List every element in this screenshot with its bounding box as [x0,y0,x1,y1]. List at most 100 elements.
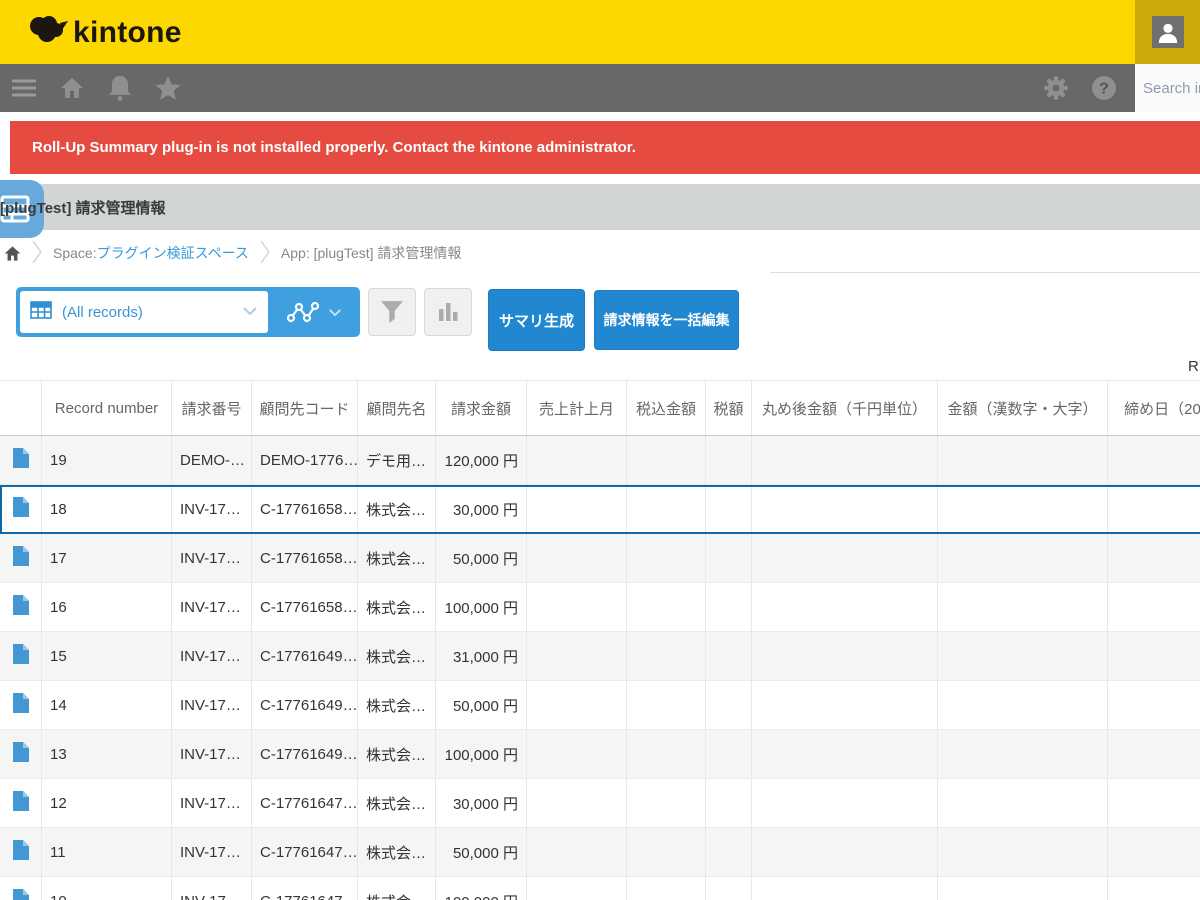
help-icon[interactable]: ? [1080,64,1128,112]
cell-client-code: DEMO-1776… [252,436,358,484]
header-client-code[interactable]: 顧問先コード [252,381,358,435]
header-sales-month[interactable]: 売上計上月 [527,381,627,435]
filter-button[interactable] [368,288,416,336]
breadcrumb: Space: プラグイン検証スペース App: [plugTest] 請求管理情… [0,232,1200,274]
cell-client-name: 株式会… [358,485,436,533]
document-icon[interactable] [13,693,29,717]
bulk-edit-button[interactable]: 請求情報を一括編集 [594,290,739,350]
cell-tax-included [627,681,706,729]
table-row[interactable]: 10 INV-17… C-17761647… 株式会… 100,000 円 [0,877,1200,900]
document-icon[interactable] [13,595,29,619]
cell-rounded-amount [752,583,938,631]
summary-generate-button[interactable]: サマリ生成 [488,289,585,351]
cell-tax [706,632,752,680]
cell-sales-month [527,877,627,900]
graph-menu-button[interactable] [268,287,360,337]
view-select-dropdown[interactable]: (All records) [20,291,268,333]
record-icon-cell [0,485,42,533]
table-view-icon [30,301,52,324]
kintone-logo[interactable]: kintone [27,13,182,52]
cell-rounded-amount [752,534,938,582]
header-client-name[interactable]: 顧問先名 [358,381,436,435]
cell-kanji-amount [938,681,1108,729]
cell-kanji-amount [938,632,1108,680]
cell-rounded-amount [752,485,938,533]
cell-record-number: 19 [42,436,172,484]
header-rounded-amount[interactable]: 丸め後金額（千円単位） [752,381,938,435]
settings-gear-icon[interactable] [1032,64,1080,112]
table-row[interactable]: 11 INV-17… C-17761647… 株式会… 50,000 円 [0,828,1200,877]
user-menu[interactable] [1135,0,1200,64]
record-icon-cell [0,583,42,631]
cell-tax-included [627,485,706,533]
cell-closing-day [1108,583,1200,631]
table-row[interactable]: 16 INV-17… C-17761658… 株式会… 100,000 円 [0,583,1200,632]
document-icon[interactable] [13,497,29,521]
record-icon-cell [0,632,42,680]
table-row[interactable]: 18 INV-17… C-17761658… 株式会… 30,000 円 [0,485,1200,534]
table-row[interactable]: 19 DEMO-… DEMO-1776… デモ用… 120,000 円 [0,436,1200,485]
header-tax-included[interactable]: 税込金額 [627,381,706,435]
notifications-bell-icon[interactable] [96,64,144,112]
cell-client-name: デモ用… [358,436,436,484]
line-graph-icon [286,299,320,325]
svg-text:?: ? [1099,81,1109,98]
cell-tax [706,779,752,827]
cell-tax-included [627,436,706,484]
cell-closing-day [1108,681,1200,729]
document-icon[interactable] [13,889,29,900]
view-selector: (All records) [16,287,360,337]
cell-kanji-amount [938,436,1108,484]
cell-client-code: C-17761658… [252,534,358,582]
breadcrumb-space-link[interactable]: プラグイン検証スペース [97,243,249,263]
table-row[interactable]: 13 INV-17… C-17761649… 株式会… 100,000 円 [0,730,1200,779]
header-kanji-amount[interactable]: 金額（漢数字・大字） [938,381,1108,435]
document-icon[interactable] [13,546,29,570]
cell-client-code: C-17761649… [252,681,358,729]
favorites-star-icon[interactable] [144,64,192,112]
document-icon[interactable] [13,791,29,815]
header-record-number[interactable]: Record number [42,381,172,435]
cell-record-number: 13 [42,730,172,778]
breadcrumb-home-icon[interactable] [4,245,21,262]
cell-tax-included [627,828,706,876]
header-amount[interactable]: 請求金額 [436,381,527,435]
cell-tax-included [627,730,706,778]
cell-record-number: 15 [42,632,172,680]
record-icon-cell [0,779,42,827]
cell-closing-day [1108,877,1200,900]
table-row[interactable]: 17 INV-17… C-17761658… 株式会… 50,000 円 [0,534,1200,583]
cell-client-name: 株式会… [358,828,436,876]
table-row[interactable]: 14 INV-17… C-17761649… 株式会… 50,000 円 [0,681,1200,730]
record-icon-cell [0,436,42,484]
document-icon[interactable] [13,742,29,766]
cell-record-number: 17 [42,534,172,582]
record-icon-cell [0,828,42,876]
cell-record-number: 11 [42,828,172,876]
document-icon[interactable] [13,644,29,668]
cell-record-number: 10 [42,877,172,900]
cell-rounded-amount [752,632,938,680]
document-icon[interactable] [13,840,29,864]
document-icon[interactable] [13,448,29,472]
home-icon[interactable] [48,64,96,112]
cell-invoice-no: INV-17… [172,779,252,827]
chart-button[interactable] [424,288,472,336]
header-closing-day[interactable]: 締め日（20日） [1108,381,1200,435]
hamburger-menu-icon[interactable] [0,64,48,112]
cell-invoice-no: INV-17… [172,534,252,582]
table-row[interactable]: 12 INV-17… C-17761647… 株式会… 30,000 円 [0,779,1200,828]
cell-invoice-no: DEMO-… [172,436,252,484]
header-invoice-no[interactable]: 請求番号 [172,381,252,435]
record-icon-cell [0,730,42,778]
cell-client-code: C-17761647… [252,828,358,876]
app-title: [plugTest] 請求管理情報 [0,184,166,230]
cell-tax [706,436,752,484]
cell-amount: 30,000 円 [436,779,527,827]
table-row[interactable]: 15 INV-17… C-17761649… 株式会… 31,000 円 [0,632,1200,681]
cell-sales-month [527,681,627,729]
avatar[interactable] [1152,16,1184,48]
search-input[interactable] [1135,64,1200,112]
cell-amount: 100,000 円 [436,583,527,631]
header-tax[interactable]: 税額 [706,381,752,435]
